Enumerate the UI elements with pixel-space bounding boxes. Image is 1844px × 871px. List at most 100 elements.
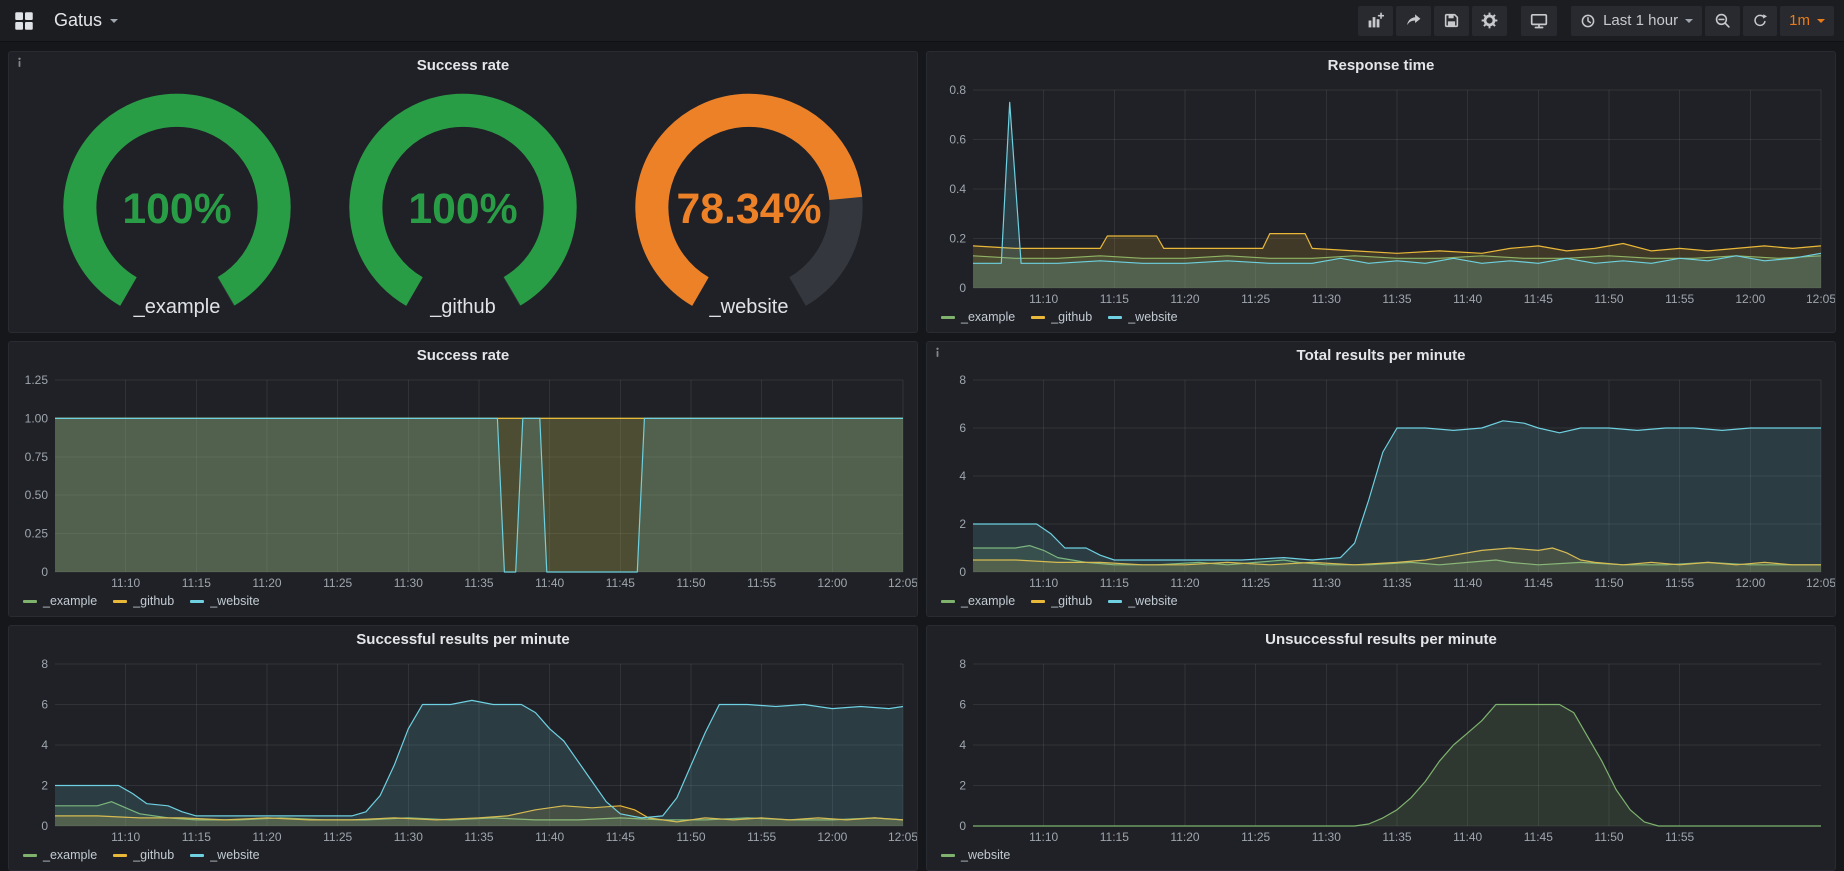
- save-floppy-icon: [1443, 12, 1460, 29]
- y-tick-label: 2: [959, 517, 966, 531]
- chevron-down-icon: [1817, 19, 1825, 23]
- legend-item-_website[interactable]: _website: [190, 594, 259, 608]
- legend-marker: [190, 854, 204, 857]
- legend-item-_github[interactable]: _github: [1031, 310, 1092, 324]
- magnifier-minus-icon: [1714, 12, 1731, 29]
- x-tick-label: 12:05: [1806, 292, 1835, 306]
- legend-marker: [1031, 600, 1045, 603]
- panel-title[interactable]: Successful results per minute: [9, 626, 917, 654]
- zoom-out-button[interactable]: [1705, 6, 1740, 36]
- x-tick-label: 11:15: [1100, 292, 1129, 306]
- legend-marker: [23, 854, 37, 857]
- x-tick-label: 11:15: [1100, 576, 1129, 590]
- success-rate-chart: 11:1011:1511:2011:2511:3011:3511:4011:45…: [9, 370, 917, 592]
- x-tick-label: 11:15: [182, 830, 211, 844]
- chart-series: [55, 418, 903, 572]
- refresh-interval-picker[interactable]: 1m: [1780, 6, 1834, 36]
- x-tick-label: 11:40: [535, 576, 564, 590]
- x-tick-label: 11:40: [1453, 830, 1482, 844]
- x-tick-label: 11:45: [606, 576, 635, 590]
- legend-item-_example[interactable]: _example: [941, 310, 1015, 324]
- legend-label: _example: [961, 310, 1015, 324]
- panel-title[interactable]: Success rate: [9, 342, 917, 370]
- legend-item-_website[interactable]: _website: [941, 848, 1010, 862]
- x-tick-label: 11:50: [676, 576, 705, 590]
- gauge-value: 100%: [122, 185, 231, 233]
- legend-item-_website[interactable]: _website: [1108, 594, 1177, 608]
- legend-item-_github[interactable]: _github: [113, 848, 174, 862]
- x-tick-label: 11:30: [1312, 830, 1341, 844]
- panel-info-icon[interactable]: [10, 53, 28, 71]
- x-tick-label: 12:00: [817, 576, 847, 590]
- gear-icon: [1481, 12, 1498, 29]
- cycle-view-button[interactable]: [1521, 6, 1557, 36]
- x-tick-label: 11:15: [182, 576, 211, 590]
- time-range-label: Last 1 hour: [1603, 12, 1678, 29]
- legend-item-_github[interactable]: _github: [1031, 594, 1092, 608]
- monitor-icon: [1530, 12, 1548, 30]
- legend-marker: [190, 600, 204, 603]
- x-tick-label: 11:25: [323, 576, 352, 590]
- x-tick-label: 11:50: [1594, 576, 1623, 590]
- x-tick-label: 11:35: [464, 830, 493, 844]
- y-tick-label: 1.25: [25, 373, 49, 387]
- gauge-_example: 100% _example: [41, 87, 313, 319]
- share-button[interactable]: [1396, 6, 1431, 36]
- panel-title[interactable]: Total results per minute: [927, 342, 1835, 370]
- settings-button[interactable]: [1472, 6, 1507, 36]
- chart-svg: 11:1011:1511:2011:2511:3011:3511:4011:45…: [9, 654, 917, 846]
- x-tick-label: 11:30: [1312, 292, 1341, 306]
- legend-item-_website[interactable]: _website: [190, 848, 259, 862]
- x-tick-label: 11:30: [394, 830, 423, 844]
- dashboard-title-dropdown[interactable]: Gatus: [48, 6, 124, 35]
- refresh-button[interactable]: [1743, 6, 1777, 36]
- unsuccessful-results-chart: 11:1011:1511:2011:2511:3011:3511:4011:45…: [927, 654, 1835, 846]
- x-tick-label: 11:55: [1665, 292, 1694, 306]
- grafana-app: Gatus: [0, 0, 1844, 871]
- legend-label: _example: [43, 848, 97, 862]
- y-tick-label: 0.50: [25, 488, 49, 502]
- legend-item-_example[interactable]: _example: [941, 594, 1015, 608]
- add-panel-button[interactable]: [1358, 6, 1393, 36]
- legend-item-_github[interactable]: _github: [113, 594, 174, 608]
- navbar-left: Gatus: [10, 6, 124, 35]
- chart-svg: 11:1011:1511:2011:2511:3011:3511:4011:45…: [927, 654, 1835, 846]
- x-tick-label: 12:00: [1735, 292, 1765, 306]
- legend-item-_example[interactable]: _example: [23, 594, 97, 608]
- x-tick-label: 11:30: [394, 576, 423, 590]
- save-button[interactable]: [1434, 6, 1469, 36]
- gauge-label: _website: [710, 296, 789, 319]
- y-tick-label: 0.4: [949, 182, 966, 196]
- panel-success-rate-timeseries: Success rate 11:1011:1511:2011:2511:3011…: [8, 341, 918, 617]
- legend-label: _website: [1128, 594, 1177, 608]
- time-range-picker[interactable]: Last 1 hour: [1571, 6, 1702, 36]
- y-tick-label: 6: [959, 421, 966, 435]
- legend-item-_website[interactable]: _website: [1108, 310, 1177, 324]
- x-tick-label: 11:45: [1524, 830, 1553, 844]
- x-tick-label: 11:10: [1029, 576, 1058, 590]
- gauge-row: 100%_example100%_github78.34%_website: [9, 80, 917, 332]
- x-tick-label: 11:45: [606, 830, 635, 844]
- x-tick-label: 11:50: [676, 830, 705, 844]
- x-tick-label: 11:20: [252, 576, 281, 590]
- bar-chart-plus-icon: [1367, 12, 1384, 29]
- panel-title[interactable]: Success rate: [9, 52, 917, 80]
- gauge-label: _example: [134, 296, 221, 319]
- gauge-arc: 100%: [327, 87, 599, 320]
- panel-title[interactable]: Unsuccessful results per minute: [927, 626, 1835, 654]
- legend-item-_example[interactable]: _example: [23, 848, 97, 862]
- panel-info-icon[interactable]: [928, 343, 946, 361]
- gauge-_github: 100%_github: [327, 87, 599, 319]
- refresh-icon: [1752, 13, 1768, 29]
- y-tick-label: 4: [41, 738, 48, 752]
- panel-title[interactable]: Response time: [927, 52, 1835, 80]
- y-tick-label: 0.25: [25, 527, 49, 541]
- legend-marker: [113, 854, 127, 857]
- y-tick-label: 6: [41, 698, 48, 712]
- dashboards-menu-button[interactable]: [10, 7, 38, 35]
- y-tick-label: 8: [959, 373, 966, 387]
- y-tick-label: 0.75: [25, 450, 49, 464]
- x-tick-label: 12:05: [1806, 576, 1835, 590]
- series-area-_website: [973, 421, 1821, 572]
- panel-success-rate-gauges: Success rate 100%_example100%_github78.3…: [8, 51, 918, 333]
